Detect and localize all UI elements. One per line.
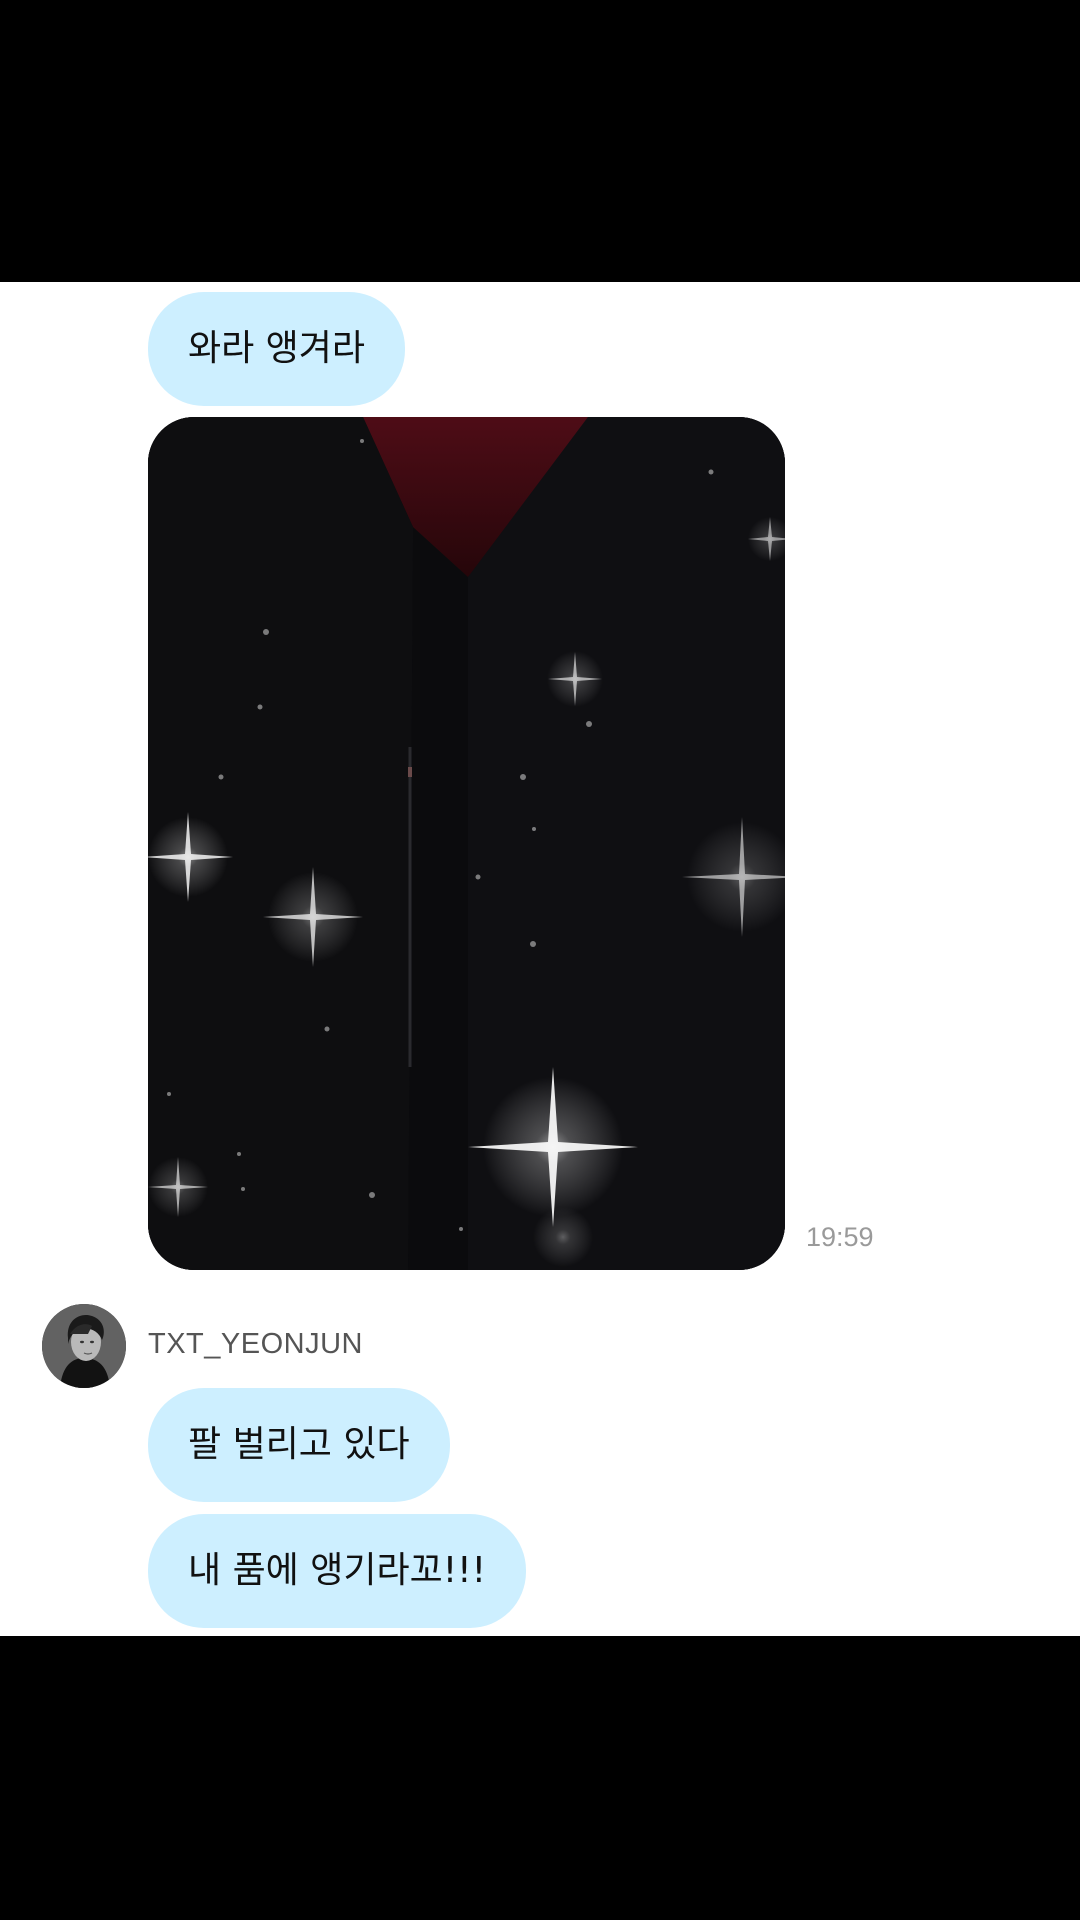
- screen: 와라 앵겨라 19:59 TXT_YEONJUN 팔 벌리고 있다 내 품에 앵…: [0, 0, 1080, 1920]
- sender-name[interactable]: TXT_YEONJUN: [148, 1328, 363, 1361]
- message-bubble[interactable]: 내 품에 앵기라꼬!!!: [148, 1514, 527, 1628]
- message-timestamp: 19:59: [806, 1222, 874, 1252]
- sparkle-3: [547, 651, 603, 707]
- chat-area: 와라 앵겨라 19:59 TXT_YEONJUN 팔 벌리고 있다 내 품에 앵…: [0, 282, 1080, 1636]
- sparkle-6: [148, 1157, 208, 1217]
- sparkle-8: [533, 1207, 593, 1267]
- media-message-image[interactable]: [148, 417, 785, 1270]
- message-bubble[interactable]: 와라 앵겨라: [148, 292, 406, 406]
- message-text: 와라 앵겨라: [188, 328, 366, 369]
- profile-photo: [42, 1304, 126, 1388]
- message-bubble[interactable]: 팔 벌리고 있다: [148, 1388, 450, 1502]
- message-text: 팔 벌리고 있다: [188, 1424, 410, 1465]
- sender-avatar[interactable]: [42, 1304, 126, 1388]
- message-text: 내 품에 앵기라꼬!!!: [188, 1550, 487, 1591]
- sparkle-photo: [148, 417, 785, 1270]
